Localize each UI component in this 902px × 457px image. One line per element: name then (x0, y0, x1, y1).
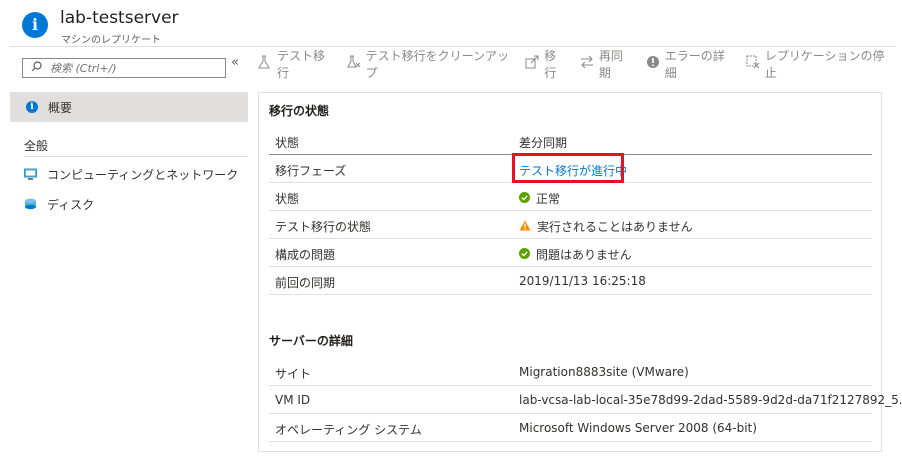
sidebar-search[interactable] (22, 58, 226, 78)
stop-replication-icon (746, 55, 760, 73)
info-icon: i (26, 101, 38, 113)
test-migrate-button[interactable]: テスト移行 (258, 47, 333, 81)
row-value: 2019/11/13 16:25:18 (519, 274, 646, 288)
command-bar: テスト移行 テスト移行をクリーンアップ 移行 再同期 エラーの詳細 レプリケーシ… (258, 49, 902, 80)
sidebar-divider (24, 156, 248, 157)
stop-replication-button[interactable]: レプリケーションの停止 (746, 47, 888, 81)
migrate-icon (525, 55, 539, 73)
row-value-cell: 実行されることはありません (519, 218, 693, 235)
migrate-button[interactable]: 移行 (525, 47, 566, 81)
test-migrate-label: テスト移行 (277, 49, 326, 80)
row-key: オペレーティング システム (275, 423, 422, 437)
table-header-row: 状態 差分同期 (269, 127, 872, 155)
row-key: テスト移行の状態 (275, 220, 372, 234)
sidebar-item-overview[interactable]: i 概要 (10, 92, 248, 122)
row-key: 構成の問題 (275, 248, 336, 262)
sidebar-item-compute-network[interactable]: コンピューティングとネットワーク (10, 161, 248, 187)
warning-icon (519, 220, 531, 234)
row-value-cell: 問題はありません (519, 246, 632, 263)
error-details-label: エラーの詳細 (664, 49, 725, 80)
table-row: サイト Migration8883site (VMware) (269, 358, 872, 386)
row-value-cell: 正常 (519, 190, 560, 207)
header-key: 状態 (275, 136, 300, 150)
row-value: 実行されることはありません (537, 220, 693, 234)
row-key: VM ID (275, 393, 311, 407)
cleanup-test-migration-label: テスト移行をクリーンアップ (365, 49, 509, 80)
row-value-cell: テスト移行が進行中 (519, 162, 627, 179)
search-icon (31, 61, 42, 75)
cleanup-icon (346, 55, 361, 73)
table-row: オペレーティング システム Microsoft Windows Server 2… (269, 414, 872, 442)
table-row: 移行フェーズ テスト移行が進行中 (269, 155, 872, 183)
row-value: 正常 (536, 192, 561, 206)
migration-status-title: 移行の状態 (269, 104, 330, 118)
page-title: lab-testserver (60, 8, 179, 28)
sidebar-section-general: 全般 (24, 139, 49, 153)
cleanup-test-migration-button[interactable]: テスト移行をクリーンアップ (346, 47, 512, 81)
resync-button[interactable]: 再同期 (580, 47, 632, 81)
table-row: 前回の同期 2019/11/13 16:25:18 (269, 267, 872, 295)
migrate-label: 移行 (544, 49, 557, 80)
success-check-icon (519, 247, 530, 262)
page-header: i lab-testserver マシンのレプリケート (0, 0, 902, 48)
row-key: 前回の同期 (275, 276, 336, 290)
search-input[interactable] (50, 61, 200, 75)
sidebar-item-label: 概要 (48, 100, 73, 115)
header-value: 差分同期 (519, 136, 568, 150)
error-details-button[interactable]: エラーの詳細 (646, 47, 732, 81)
row-key: 状態 (275, 192, 300, 206)
stop-replication-label: レプリケーションの停止 (764, 49, 885, 80)
sidebar-item-label: コンピューティングとネットワーク (47, 167, 239, 182)
row-key: サイト (275, 367, 312, 381)
row-value: Microsoft Windows Server 2008 (64-bit) (519, 421, 757, 435)
migration-phase-link[interactable]: テスト移行が進行中 (519, 162, 627, 179)
resync-icon (580, 55, 594, 73)
success-check-icon (519, 191, 530, 206)
disk-icon (24, 198, 37, 211)
collapse-sidebar-button[interactable]: « (231, 55, 239, 70)
row-key: 移行フェーズ (275, 164, 347, 178)
row-value: lab-vcsa-lab-local-35e78d99-2dad-5589-9d… (519, 393, 902, 407)
row-value: 問題はありません (536, 248, 632, 262)
table-row: 状態 正常 (269, 183, 872, 211)
test-migrate-icon (258, 55, 272, 73)
resync-label: 再同期 (598, 49, 623, 80)
table-row: 構成の問題 問題はありません (269, 239, 872, 267)
info-icon: i (22, 12, 48, 38)
compute-network-icon (24, 168, 37, 181)
sidebar-item-disks[interactable]: ディスク (10, 191, 248, 217)
table-row: テスト移行の状態 実行されることはありません (269, 211, 872, 239)
server-details-title: サーバーの詳細 (269, 334, 353, 348)
sidebar-item-label: ディスク (47, 197, 95, 212)
page-subtitle: マシンのレプリケート (61, 35, 161, 46)
table-row: VM ID lab-vcsa-lab-local-35e78d99-2dad-5… (269, 386, 902, 414)
error-info-icon (646, 55, 660, 73)
row-value: Migration8883site (VMware) (519, 365, 689, 379)
